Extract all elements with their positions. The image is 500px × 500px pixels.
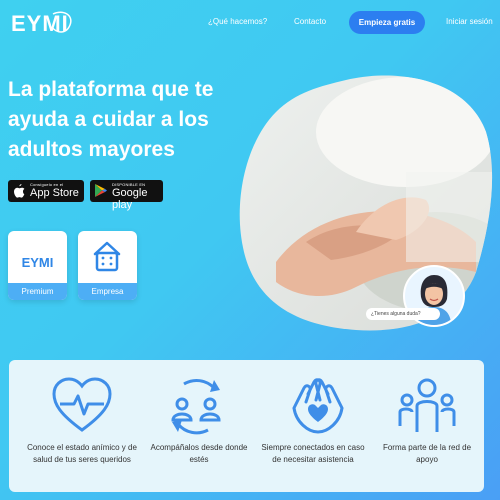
feature-text-estado: Conoce el estado anímico y de salud de t… <box>27 443 137 464</box>
hands-heart-icon <box>292 378 344 434</box>
app-store-big-text: App Store <box>30 187 79 199</box>
top-navbar: EYMI ¿Qué hacemos? Contacto Empieza grat… <box>0 0 500 44</box>
google-play-icon <box>95 184 107 197</box>
chat-prompt-label[interactable]: ¿Tienes alguna duda? <box>366 308 440 320</box>
app-store-button[interactable]: Consíguelo en el App Store <box>8 180 84 202</box>
eymi-logo[interactable]: EYMI <box>8 9 74 37</box>
hero-title: La plataforma que te ayuda a cuidar a lo… <box>8 78 214 161</box>
feature-text-conectados: Siempre conectados en caso de necesitar … <box>261 443 365 464</box>
premium-card[interactable]: EYMI Premium <box>8 231 67 300</box>
empresa-card-label: Empresa <box>78 283 137 300</box>
premium-card-label: Premium <box>8 283 67 300</box>
logo-text: EYMI <box>11 11 69 36</box>
apple-icon <box>14 184 25 198</box>
feature-text-acompanalos: Acompáñalos desde donde estés <box>150 443 248 464</box>
premium-card-logo: EYMI <box>21 255 54 270</box>
google-play-big-text: Google play <box>112 187 148 211</box>
people-sync-icon <box>171 379 221 435</box>
nav-link-que-hacemos[interactable]: ¿Qué hacemos? <box>208 17 267 26</box>
building-icon <box>93 241 121 272</box>
heart-pulse-icon <box>52 377 112 432</box>
nav-link-contacto[interactable]: Contacto <box>294 17 326 26</box>
start-free-button[interactable]: Empieza gratis <box>349 11 425 34</box>
google-play-button[interactable]: DISPONIBLE EN Google play <box>90 180 163 211</box>
login-link[interactable]: Iniciar sesión <box>446 17 493 26</box>
feature-text-red-apoyo: Forma parte de la red de apoyo <box>382 443 472 464</box>
empresa-card[interactable]: Empresa <box>78 231 137 300</box>
community-icon <box>398 378 456 432</box>
